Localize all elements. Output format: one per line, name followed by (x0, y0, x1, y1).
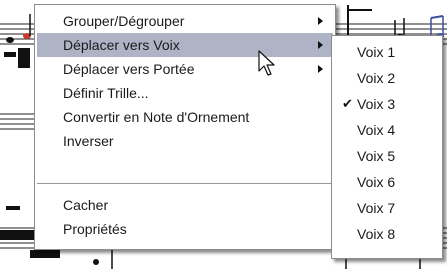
menu-item-define-trill[interactable]: Définir Trille... (37, 81, 333, 105)
notes-top-left (4, 14, 31, 68)
menu-item-hide[interactable]: Cacher (37, 193, 333, 217)
submenu-arrow-icon (318, 17, 323, 25)
voice-submenu: Voix 1 Voix 2 ✔ Voix 3 Voix 4 Voix 5 Voi… (331, 35, 443, 259)
submenu-item-voice-1[interactable]: Voix 1 (334, 41, 440, 63)
menu-item-label: Propriétés (63, 221, 127, 237)
submenu-item-label: Voix 4 (357, 122, 396, 138)
menu-item-label: Définir Trille... (63, 85, 149, 101)
staff-mid-left (0, 113, 34, 130)
menu-item-label: Inverser (63, 133, 114, 149)
submenu-item-voice-2[interactable]: Voix 2 (334, 67, 440, 89)
submenu-item-voice-7[interactable]: Voix 7 (334, 197, 440, 219)
submenu-arrow-icon (318, 41, 323, 49)
context-menu: Grouper/Dégrouper Déplacer vers Voix Dép… (34, 4, 336, 250)
submenu-item-label: Voix 7 (357, 200, 396, 216)
menu-item-group-ungroup[interactable]: Grouper/Dégrouper (37, 9, 333, 33)
menu-item-label: Déplacer vers Voix (63, 37, 180, 53)
menu-item-convert-grace-note[interactable]: Convertir en Note d'Ornement (37, 105, 333, 129)
menu-item-invert[interactable]: Inverser (37, 129, 333, 153)
menu-item-label: Convertir en Note d'Ornement (63, 109, 250, 125)
arrow-pointer-icon (258, 50, 275, 76)
submenu-item-voice-3[interactable]: ✔ Voix 3 (334, 93, 440, 115)
submenu-item-label: Voix 5 (357, 148, 396, 164)
submenu-item-voice-5[interactable]: Voix 5 (334, 145, 440, 167)
submenu-item-voice-6[interactable]: Voix 6 (334, 171, 440, 193)
menu-item-move-to-staff[interactable]: Déplacer vers Portée (37, 57, 333, 81)
menu-item-move-to-voice[interactable]: Déplacer vers Voix (37, 33, 333, 57)
submenu-item-voice-8[interactable]: Voix 8 (334, 223, 440, 245)
menu-item-label: Cacher (63, 197, 109, 213)
submenu-arrow-icon (318, 65, 323, 73)
checkmark-icon: ✔ (342, 96, 353, 111)
menu-item-properties[interactable]: Propriétés (37, 217, 333, 241)
submenu-item-label: Voix 1 (357, 44, 396, 60)
submenu-item-label: Voix 2 (357, 70, 396, 86)
menu-item-label: Déplacer vers Portée (63, 61, 195, 77)
submenu-item-voice-4[interactable]: Voix 4 (334, 119, 440, 141)
submenu-item-label: Voix 3 (357, 96, 396, 112)
menu-separator (37, 183, 333, 184)
submenu-item-label: Voix 6 (357, 174, 396, 190)
menu-item-label: Grouper/Dégrouper (63, 13, 185, 29)
submenu-item-label: Voix 8 (357, 226, 396, 242)
